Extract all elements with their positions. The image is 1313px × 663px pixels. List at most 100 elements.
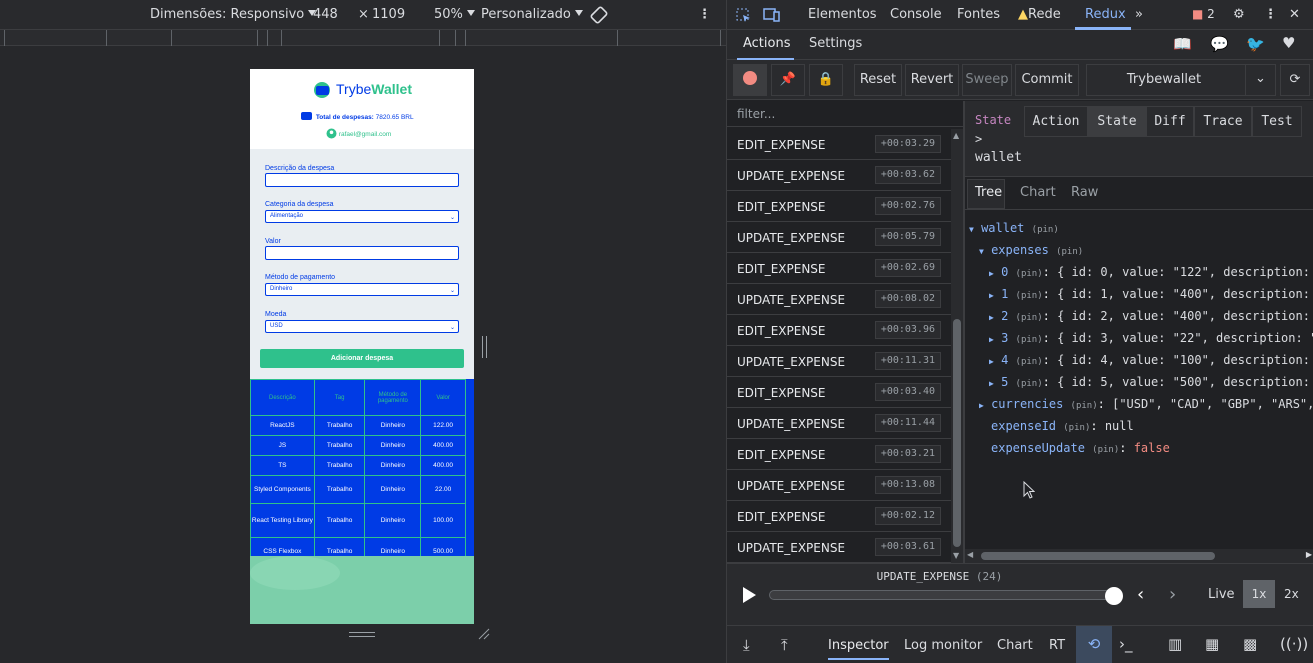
slider-track[interactable] [769,590,1119,600]
resize-handle-right[interactable] [482,336,487,358]
tab-console[interactable]: Console [890,7,942,22]
tab-log-monitor[interactable]: Log monitor [904,638,982,653]
pin-link[interactable]: (pin) [1032,225,1059,235]
tab-rtk-query[interactable]: RT [1049,638,1065,653]
tab-tree[interactable]: Tree [975,185,1002,200]
layout-left-icon[interactable]: ▥ [1168,635,1182,653]
action-time-badge[interactable]: +00:03.29 [874,135,941,153]
tab-chart-monitor[interactable]: Chart [997,638,1033,653]
tree-node-expense[interactable]: ▶ 0 (pin): { id: 0, value: "122", descri… [989,265,1313,279]
pin-link[interactable]: (pin) [1016,291,1043,301]
action-time-badge[interactable]: +00:03.21 [874,445,941,463]
issues-badge[interactable]: ■ 2 [1192,7,1215,21]
pin-link[interactable]: (pin) [1016,357,1043,367]
action-list-item[interactable]: UPDATE_EXPENSE +00:11.44 [727,408,951,439]
tab-redux[interactable]: Redux [1085,7,1126,22]
pin-link[interactable]: (pin) [1016,335,1043,345]
pin-link[interactable]: (pin) [1063,423,1090,433]
sweep-button[interactable]: Sweep [962,64,1012,96]
filter-input[interactable]: filter... [727,101,963,127]
category-select[interactable]: Alimentação ⌄ [265,210,459,223]
inspect-element-icon[interactable] [735,7,751,23]
scroll-down-icon[interactable]: ▼ [953,551,959,560]
tab-test[interactable]: Test [1252,106,1302,137]
action-time-badge[interactable]: +00:03.96 [874,321,941,339]
zoom-dropdown[interactable]: 50% [434,7,475,22]
action-list-item[interactable]: EDIT_EXPENSE +00:03.29 [727,129,951,160]
pin-link[interactable]: (pin) [1071,401,1098,411]
height-input[interactable]: 1109 [372,7,405,22]
dispatcher-icon[interactable]: ⟲ [1076,626,1112,663]
action-time-badge[interactable]: +00:02.69 [874,259,941,277]
tab-state[interactable]: State [1088,106,1146,137]
pin-link[interactable]: (pin) [1016,313,1043,323]
tree-node-expenses[interactable]: ▼ expenses (pin) [979,243,1083,257]
rotate-icon[interactable] [590,6,608,24]
record-button[interactable] [733,64,767,96]
book-icon[interactable]: 📖 [1173,35,1192,53]
tree-node-expense[interactable]: ▶ 4 (pin): { id: 4, value: "100", descri… [989,353,1313,367]
close-icon[interactable]: ✕ [1289,7,1300,22]
terminal-icon[interactable]: ›_ [1119,635,1133,653]
tree-node-expense[interactable]: ▶ 5 (pin): { id: 5, value: "500", descri… [989,375,1313,389]
action-list-scrollbar[interactable]: ▲ ▼ [951,129,963,563]
tree-node-wallet[interactable]: ▼ wallet (pin) [969,221,1059,235]
tree-node-expense[interactable]: ▶ 1 (pin): { id: 1, value: "400", descri… [989,287,1313,301]
lock-button[interactable]: 🔒 [809,64,843,96]
device-toggle-icon[interactable] [763,7,781,23]
chat-icon[interactable]: 💬 [1210,35,1229,53]
resize-corner-icon[interactable] [478,628,490,640]
description-input[interactable] [265,173,459,187]
action-time-badge[interactable]: +00:03.62 [874,166,941,184]
action-list-item[interactable]: EDIT_EXPENSE +00:03.40 [727,377,951,408]
tab-actions[interactable]: Actions [743,36,791,51]
tab-action[interactable]: Action [1024,106,1088,137]
tree-horizontal-scrollbar[interactable]: ◀ ▶ [965,549,1313,563]
tab-trace[interactable]: Trace [1194,106,1252,137]
scroll-left-icon[interactable]: ◀ [967,550,973,559]
action-list-item[interactable]: EDIT_EXPENSE +00:02.69 [727,253,951,284]
pin-link[interactable]: (pin) [1056,247,1083,257]
tab-chart[interactable]: Chart [1020,185,1056,200]
throttle-dropdown[interactable]: Personalizado [481,7,583,22]
tab-inspector[interactable]: Inspector [828,638,889,660]
speed-live[interactable]: Live [1208,587,1235,602]
state-path[interactable]: wallet [975,150,1022,165]
layout-full-icon[interactable]: ▩ [1243,635,1257,653]
sync-button[interactable]: ⟳ [1280,64,1310,96]
tree-node-currencies[interactable]: ▶ currencies (pin): ["USD", "CAD", "GBP"… [979,397,1313,411]
scroll-up-icon[interactable]: ▲ [953,131,959,140]
resize-handle-bottom[interactable] [349,632,375,637]
action-time-badge[interactable]: +00:05.79 [874,228,941,246]
dimensions-dropdown[interactable]: Dimensões: Responsivo [150,7,317,22]
more-tabs-icon[interactable]: » [1135,7,1143,22]
previous-icon[interactable]: ‹ [1137,584,1144,605]
action-list-item[interactable]: EDIT_EXPENSE +00:02.76 [727,191,951,222]
value-input[interactable] [265,246,459,260]
pin-link[interactable]: (pin) [1092,445,1119,455]
tab-sources[interactable]: Fontes [957,7,1000,22]
tree-node-expense[interactable]: ▶ 2 (pin): { id: 2, value: "400", descri… [989,309,1313,323]
action-time-badge[interactable]: +00:02.76 [874,197,941,215]
speed-2x[interactable]: 2x [1284,587,1299,601]
action-time-badge[interactable]: +00:11.44 [874,414,941,432]
speed-1x[interactable]: 1x [1243,580,1275,608]
currency-select[interactable]: USD ⌄ [265,320,459,333]
gear-icon[interactable]: ⚙ [1233,7,1245,22]
more-options-icon[interactable]: ⋮ [1264,7,1277,22]
action-time-badge[interactable]: +00:08.02 [874,290,941,308]
pin-link[interactable]: (pin) [1016,379,1043,389]
commit-button[interactable]: Commit [1015,64,1079,96]
play-icon[interactable] [741,586,757,604]
tab-settings[interactable]: Settings [809,36,862,51]
width-input[interactable]: 448 [313,7,338,22]
tab-raw[interactable]: Raw [1071,185,1098,200]
method-select[interactable]: Dinheiro ⌄ [265,283,459,296]
add-expense-button[interactable]: Adicionar despesa [260,349,464,368]
twitter-icon[interactable]: 🐦 [1246,35,1265,53]
reset-button[interactable]: Reset [854,64,902,96]
action-time-badge[interactable]: +00:13.08 [874,476,941,494]
tab-diff[interactable]: Diff [1146,106,1194,137]
instance-select[interactable]: Trybewallet ⌄ [1086,64,1276,96]
scroll-thumb[interactable] [953,319,961,547]
